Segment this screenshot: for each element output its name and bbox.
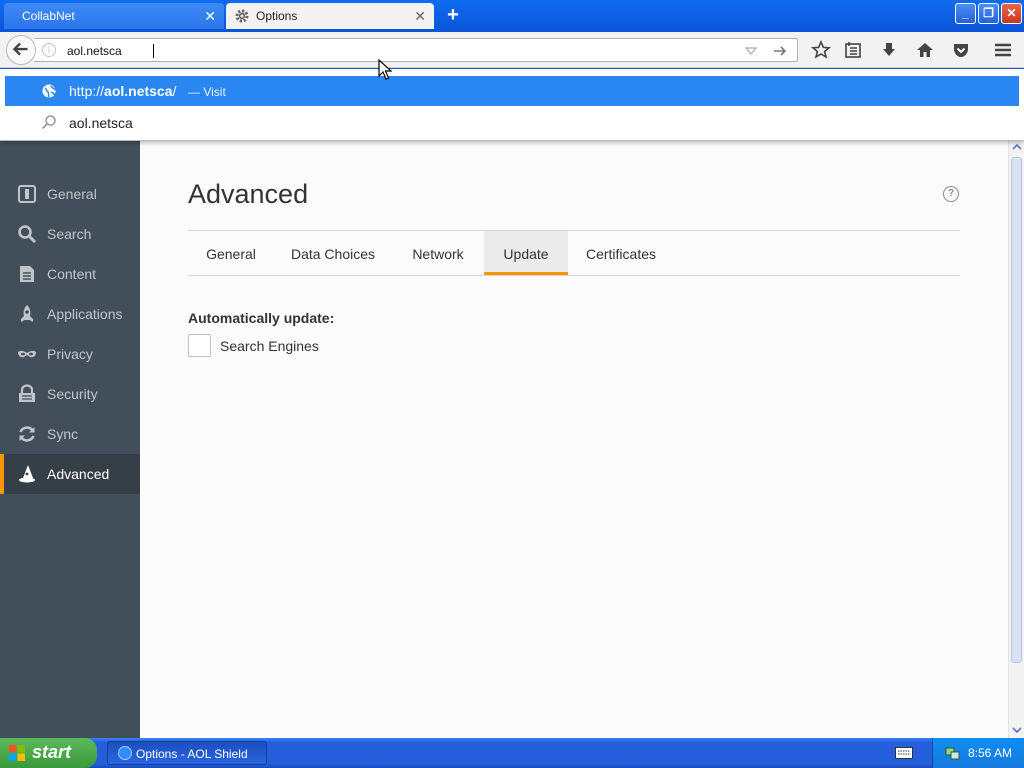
aol-shield-icon <box>118 746 132 760</box>
sidebar-item-search[interactable]: Search <box>0 214 140 254</box>
tab-network[interactable]: Network <box>392 231 484 275</box>
back-arrow-icon <box>12 42 28 56</box>
new-tab-plus-icon[interactable]: + <box>443 5 463 25</box>
sidebar-item-advanced[interactable]: Advanced <box>0 454 140 494</box>
sidebar-item-label: Applications <box>47 306 123 322</box>
search-engines-checkbox[interactable] <box>188 334 211 357</box>
privacy-mask-icon <box>18 350 36 358</box>
sidebar-item-label: Content <box>47 266 97 282</box>
url-input[interactable] <box>67 42 727 59</box>
checkbox-label: Search Engines <box>220 338 319 354</box>
sidebar-item-security[interactable]: Security <box>0 374 140 414</box>
windows-flag-icon <box>9 745 25 761</box>
sidebar-item-label: Privacy <box>47 346 93 362</box>
vertical-scrollbar[interactable] <box>1008 141 1024 738</box>
downloads-icon[interactable] <box>879 40 899 60</box>
bookmark-star-icon[interactable] <box>811 40 831 60</box>
clock: 8:56 AM <box>968 746 1013 760</box>
tab-certificates[interactable]: Certificates <box>568 231 674 275</box>
url-match: aol.netsca <box>104 83 173 99</box>
navigation-toolbar: i <box>0 32 1024 68</box>
help-icon[interactable]: ? <box>943 186 959 202</box>
tab-title: Options <box>256 9 298 23</box>
info-icon[interactable]: i <box>42 43 56 57</box>
maximize-window-icon[interactable]: ❐ <box>978 3 999 24</box>
mouse-cursor-icon <box>378 59 392 80</box>
hamburger-menu-icon[interactable] <box>993 40 1013 60</box>
sidebar-item-label: General <box>47 186 97 202</box>
tab-collabnet[interactable]: CollabNet ✕ <box>4 3 224 29</box>
general-icon <box>18 185 36 203</box>
tab-update[interactable]: Update <box>484 231 568 275</box>
suggestion-url-text: http://aol.netsca/ <box>69 83 176 99</box>
tab-data-choices[interactable]: Data Choices <box>274 231 392 275</box>
sidebar-item-sync[interactable]: Sync <box>0 414 140 454</box>
sync-icon <box>19 426 35 442</box>
security-lock-icon <box>19 384 35 402</box>
network-icon[interactable] <box>945 745 961 761</box>
advanced-wizard-hat-icon <box>19 465 35 483</box>
sidebar-item-label: Search <box>47 226 92 242</box>
search-icon <box>18 225 37 244</box>
back-button[interactable] <box>6 35 36 65</box>
scroll-up-arrow-icon[interactable] <box>1011 141 1023 153</box>
advanced-subtabs: General Data Choices Network Update Cert… <box>188 230 960 276</box>
suggestion-search-text: aol.netsca <box>69 115 133 131</box>
suggestion-visit-url[interactable]: http://aol.netsca/ — Visit <box>5 76 1019 106</box>
preferences-sidebar: General Search Content Applications Priv… <box>0 141 140 738</box>
bookmarks-list-icon[interactable] <box>843 40 863 60</box>
url-bar[interactable]: i <box>34 38 798 62</box>
home-icon[interactable] <box>915 40 935 60</box>
url-suffix: / <box>172 83 177 99</box>
sidebar-item-label: Security <box>47 386 98 402</box>
pocket-icon[interactable] <box>951 40 971 60</box>
history-dropdown-icon[interactable] <box>744 44 758 58</box>
tab-general[interactable]: General <box>188 231 274 275</box>
url-prefix: http:// <box>69 83 105 99</box>
tab-title: CollabNet <box>22 9 75 23</box>
content-icon <box>20 266 34 282</box>
sidebar-item-applications[interactable]: Applications <box>0 294 140 334</box>
minimize-window-icon[interactable]: _ <box>955 3 976 24</box>
taskbar-window-label: Options - AOL Shield <box>136 747 248 761</box>
screen: CollabNet ✕ Options ✕ + _ ❐ ✕ i aol.nets… <box>0 0 1024 768</box>
sidebar-item-label: Advanced <box>47 466 110 482</box>
sidebar-item-privacy[interactable]: Privacy <box>0 334 140 374</box>
search-icon <box>41 115 56 130</box>
gear-icon <box>235 9 249 23</box>
scroll-thumb[interactable] <box>1011 157 1022 663</box>
globe-icon <box>42 84 56 98</box>
browser-tab-strip: CollabNet ✕ Options ✕ + _ ❐ ✕ <box>0 0 1024 32</box>
go-arrow-icon[interactable] <box>772 43 788 59</box>
windows-taskbar: start Options - AOL Shield 8:56 AM <box>0 738 1024 768</box>
close-tab-icon[interactable]: ✕ <box>414 7 426 25</box>
page-title: Advanced <box>188 179 309 209</box>
text-caret <box>153 44 154 58</box>
close-window-icon[interactable]: ✕ <box>1001 3 1022 24</box>
sidebar-item-label: Sync <box>47 426 79 442</box>
keyboard-icon[interactable] <box>895 747 913 759</box>
suggestion-search[interactable]: aol.netsca <box>5 109 1019 137</box>
close-tab-icon[interactable]: ✕ <box>204 7 216 25</box>
start-button[interactable]: start <box>0 738 97 768</box>
start-label: start <box>32 742 72 762</box>
sidebar-item-content[interactable]: Content <box>0 254 140 294</box>
suggestion-action-label: — Visit <box>188 85 226 99</box>
system-tray: 8:56 AM <box>932 738 1024 768</box>
section-heading: Automatically update: <box>188 310 335 326</box>
url-autocomplete-popup: http://aol.netsca/ — Visit aol.netsca <box>0 69 1024 141</box>
sidebar-item-general[interactable]: General <box>0 174 140 214</box>
scroll-down-arrow-icon[interactable] <box>1011 724 1023 736</box>
applications-icon <box>21 305 33 322</box>
taskbar-window-button[interactable]: Options - AOL Shield <box>107 741 267 765</box>
tab-options[interactable]: Options ✕ <box>226 3 434 29</box>
preferences-content: Advanced ? General Data Choices Network … <box>140 141 1008 738</box>
